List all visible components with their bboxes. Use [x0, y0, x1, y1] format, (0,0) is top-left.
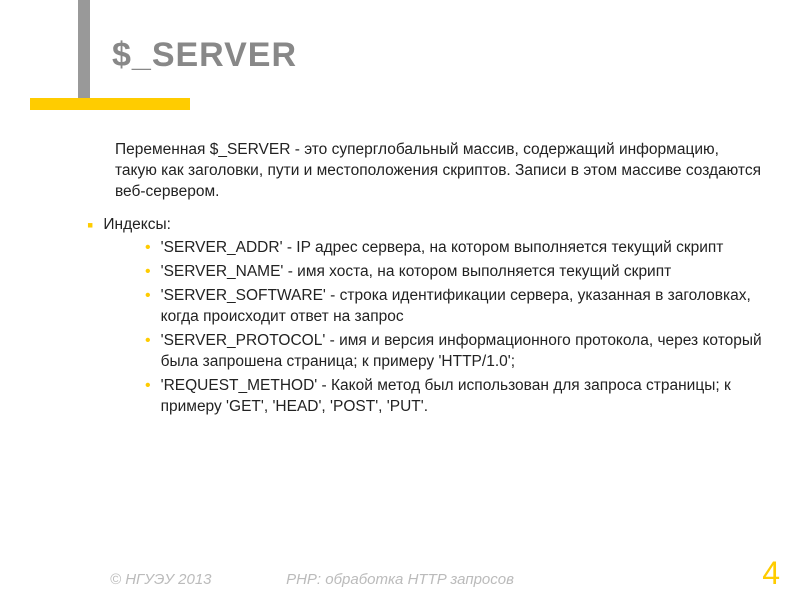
page-number: 4 — [762, 555, 780, 592]
index-heading-row: ▪ Индексы: — [115, 215, 765, 237]
item-text: 'SERVER_PROTOCOL' - имя и версия информа… — [161, 331, 765, 373]
index-items: • 'SERVER_ADDR' - IP адрес сервера, на к… — [115, 238, 765, 417]
list-item: • 'SERVER_ADDR' - IP адрес сервера, на к… — [115, 238, 765, 259]
item-text: 'SERVER_SOFTWARE' - строка идентификации… — [161, 286, 765, 328]
list-item: • 'SERVER_SOFTWARE' - строка идентификац… — [115, 286, 765, 328]
slide-content: Переменная $_SERVER - это суперглобальны… — [115, 140, 765, 421]
bullet-icon: • — [145, 286, 151, 307]
decor-horizontal-bar — [30, 98, 190, 110]
list-item: • 'SERVER_PROTOCOL' - имя и версия инфор… — [115, 331, 765, 373]
bullet-icon: • — [145, 376, 151, 397]
bullet-icon: ▪ — [87, 215, 93, 237]
slide-title: $_SERVER — [112, 36, 297, 75]
list-item: • 'REQUEST_METHOD' - Какой метод был исп… — [115, 376, 765, 418]
index-label: Индексы: — [103, 215, 171, 236]
item-text: 'REQUEST_METHOD' - Какой метод был испол… — [161, 376, 765, 418]
bullet-icon: • — [145, 331, 151, 352]
footer-subject: PHP: обработка HTTP запросов — [0, 571, 800, 588]
bullet-icon: • — [145, 262, 151, 283]
item-text: 'SERVER_ADDR' - IP адрес сервера, на кот… — [161, 238, 724, 259]
decor-vertical-bar — [78, 0, 90, 110]
list-item: • 'SERVER_NAME' - имя хоста, на котором … — [115, 262, 765, 283]
intro-text: Переменная $_SERVER - это суперглобальны… — [115, 140, 765, 203]
item-text: 'SERVER_NAME' - имя хоста, на котором вы… — [161, 262, 672, 283]
bullet-icon: • — [145, 238, 151, 259]
